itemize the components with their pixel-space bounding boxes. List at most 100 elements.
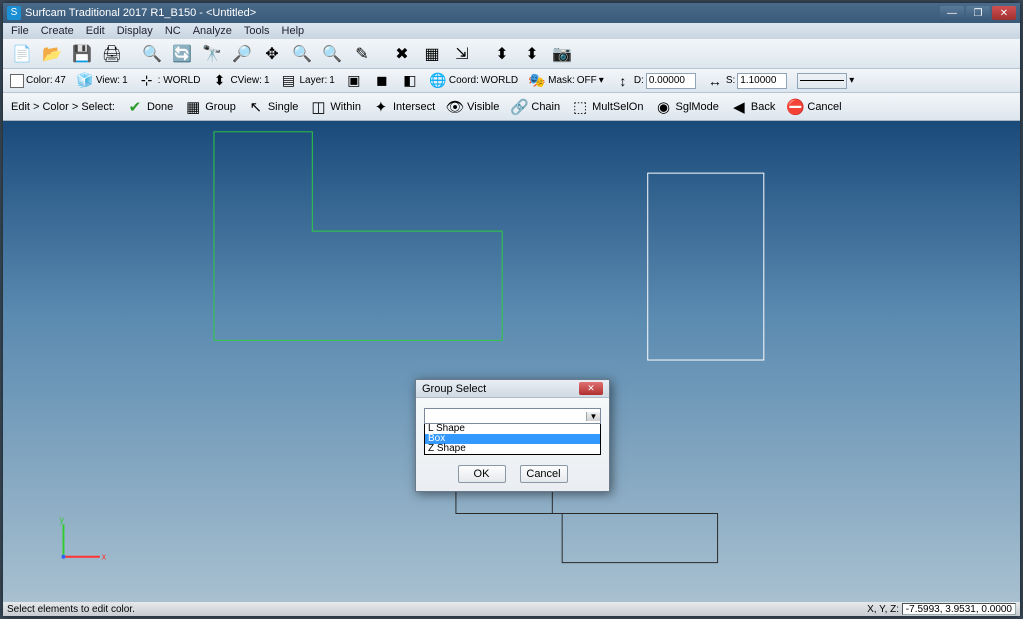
multisel-button[interactable]: ⬚MultSelOn bbox=[566, 95, 647, 119]
depth-icon: ↕ bbox=[614, 72, 632, 90]
shade-solid-button[interactable]: ◼ bbox=[370, 71, 394, 91]
color-swatch[interactable] bbox=[10, 74, 24, 88]
d-input[interactable] bbox=[646, 73, 696, 89]
axis-triad: y x bbox=[60, 514, 107, 561]
hidden-icon: ◧ bbox=[401, 72, 419, 90]
box-icon[interactable]: ▦ bbox=[419, 41, 445, 67]
combo-item-lshape[interactable]: L Shape bbox=[425, 424, 600, 434]
mask-prop[interactable]: 🎭 Mask: OFF ▾ bbox=[525, 71, 607, 91]
mask-dropdown-icon[interactable]: ▾ bbox=[599, 75, 604, 86]
maximize-button[interactable]: ❐ bbox=[966, 6, 990, 20]
breadcrumb: Edit > Color > Select: bbox=[7, 101, 119, 113]
visible-button[interactable]: 👁Visible bbox=[441, 95, 503, 119]
new-file-icon[interactable]: 📄 bbox=[9, 41, 35, 67]
color-value: 47 bbox=[55, 75, 66, 86]
view-prop[interactable]: 🧊 View: 1 bbox=[73, 71, 131, 91]
camera-icon[interactable]: 📷 bbox=[549, 41, 575, 67]
menu-edit[interactable]: Edit bbox=[80, 25, 111, 37]
layer-value: 1 bbox=[329, 75, 335, 86]
shape-l[interactable] bbox=[214, 132, 502, 341]
selection-toolbar: Edit > Color > Select: ✔Done ▦Group ↖Sin… bbox=[3, 93, 1020, 121]
combo-dropdown-icon[interactable]: ▼ bbox=[586, 412, 600, 421]
visible-icon: 👁 bbox=[445, 97, 465, 117]
single-button[interactable]: ↖Single bbox=[242, 95, 303, 119]
done-button[interactable]: ✔Done bbox=[121, 95, 177, 119]
group-combo-list: L Shape Box Z Shape bbox=[424, 424, 601, 455]
color-label: Color: bbox=[26, 75, 53, 86]
back-button[interactable]: ◀Back bbox=[725, 95, 779, 119]
svg-text:x: x bbox=[102, 552, 107, 562]
group-combo[interactable]: ▼ bbox=[424, 408, 601, 424]
coords-label: X, Y, Z: bbox=[867, 604, 899, 615]
color-prop[interactable]: Color: 47 bbox=[7, 71, 69, 91]
s-input[interactable] bbox=[737, 73, 787, 89]
combo-item-zshape[interactable]: Z Shape bbox=[425, 444, 600, 454]
linetype-prop[interactable]: ▾ bbox=[794, 71, 857, 91]
coords-readout: -7.5993, 3.9531, 0.0000 bbox=[902, 603, 1016, 615]
d-label: D: bbox=[634, 75, 644, 86]
redraw-icon[interactable]: ✎ bbox=[349, 41, 375, 67]
layer-prop[interactable]: ▤ Layer: 1 bbox=[277, 71, 338, 91]
sglmode-button[interactable]: ◉SglMode bbox=[649, 95, 722, 119]
s-label: S: bbox=[726, 75, 735, 86]
within-button[interactable]: ◫Within bbox=[304, 95, 365, 119]
menu-display[interactable]: Display bbox=[111, 25, 159, 37]
group-button[interactable]: ▦Group bbox=[179, 95, 240, 119]
axis2-icon[interactable]: ⬍ bbox=[519, 41, 545, 67]
view-value: 1 bbox=[122, 75, 128, 86]
dialog-close-button[interactable]: ✕ bbox=[579, 382, 603, 395]
shade-hidden-button[interactable]: ◧ bbox=[398, 71, 422, 91]
chain-icon: 🔗 bbox=[509, 97, 529, 117]
pan-icon[interactable]: ✥ bbox=[259, 41, 285, 67]
mask-value: OFF bbox=[577, 75, 597, 86]
intersect-button[interactable]: ✦Intersect bbox=[367, 95, 439, 119]
shade-wire-button[interactable]: ▣ bbox=[342, 71, 366, 91]
delete-icon[interactable]: ✖ bbox=[389, 41, 415, 67]
properties-toolbar: Color: 47 🧊 View: 1 ⊹ : WORLD ⬍ CView: 1… bbox=[3, 69, 1020, 93]
menu-tools[interactable]: Tools bbox=[238, 25, 276, 37]
coord-prop[interactable]: 🌐 Coord: WORLD bbox=[426, 71, 521, 91]
cancel-button[interactable]: ⛔Cancel bbox=[781, 95, 845, 119]
viewport[interactable]: y x Group Select ✕ ▼ L Shape Box Z Shape bbox=[3, 121, 1020, 602]
open-file-icon[interactable]: 📂 bbox=[39, 41, 65, 67]
zoom-window-icon[interactable]: 🔍 bbox=[139, 41, 165, 67]
d-prop: ↕ D: bbox=[611, 71, 699, 91]
dialog-title: Group Select bbox=[422, 383, 486, 395]
solid-icon: ◼ bbox=[373, 72, 391, 90]
save-icon[interactable]: 💾 bbox=[69, 41, 95, 67]
zoom-rotate-icon[interactable]: 🔄 bbox=[169, 41, 195, 67]
chain-button[interactable]: 🔗Chain bbox=[505, 95, 564, 119]
dialog-titlebar[interactable]: Group Select ✕ bbox=[416, 380, 609, 398]
layer-label: Layer: bbox=[300, 75, 328, 86]
shape-box[interactable] bbox=[648, 173, 764, 360]
linetype-dropdown-icon[interactable]: ▾ bbox=[849, 75, 854, 86]
zoom-fit-icon[interactable]: 🔭 bbox=[199, 41, 225, 67]
menu-help[interactable]: Help bbox=[276, 25, 311, 37]
cview-label: CView: bbox=[230, 75, 262, 86]
intersect-icon: ✦ bbox=[371, 97, 391, 117]
menu-nc[interactable]: NC bbox=[159, 25, 187, 37]
close-button[interactable]: ✕ bbox=[992, 6, 1016, 20]
zoom-out-icon[interactable]: 🔍 bbox=[319, 41, 345, 67]
zoom-in-icon[interactable]: 🔍 bbox=[289, 41, 315, 67]
title-bar: S Surfcam Traditional 2017 R1_B150 - <Un… bbox=[3, 3, 1020, 23]
wireframe-icon: ▣ bbox=[345, 72, 363, 90]
s-prop: ↔ S: bbox=[703, 71, 790, 91]
menu-analyze[interactable]: Analyze bbox=[187, 25, 238, 37]
linetype-select[interactable] bbox=[797, 73, 847, 89]
dialog-cancel-button[interactable]: Cancel bbox=[520, 465, 568, 483]
drawing-canvas: y x bbox=[3, 121, 1020, 602]
minimize-button[interactable]: — bbox=[940, 6, 964, 20]
print-icon[interactable]: 🖨 bbox=[99, 41, 125, 67]
menu-create[interactable]: Create bbox=[35, 25, 80, 37]
orient-prop[interactable]: ⊹ : WORLD bbox=[135, 71, 204, 91]
menu-file[interactable]: File bbox=[5, 25, 35, 37]
transform-icon[interactable]: ⇲ bbox=[449, 41, 475, 67]
axis1-icon[interactable]: ⬍ bbox=[489, 41, 515, 67]
cview-prop[interactable]: ⬍ CView: 1 bbox=[207, 71, 272, 91]
dialog-ok-button[interactable]: OK bbox=[458, 465, 506, 483]
cview-value: 1 bbox=[264, 75, 270, 86]
mask-label: Mask: bbox=[548, 75, 575, 86]
zoom-previous-icon[interactable]: 🔎 bbox=[229, 41, 255, 67]
multisel-icon: ⬚ bbox=[570, 97, 590, 117]
